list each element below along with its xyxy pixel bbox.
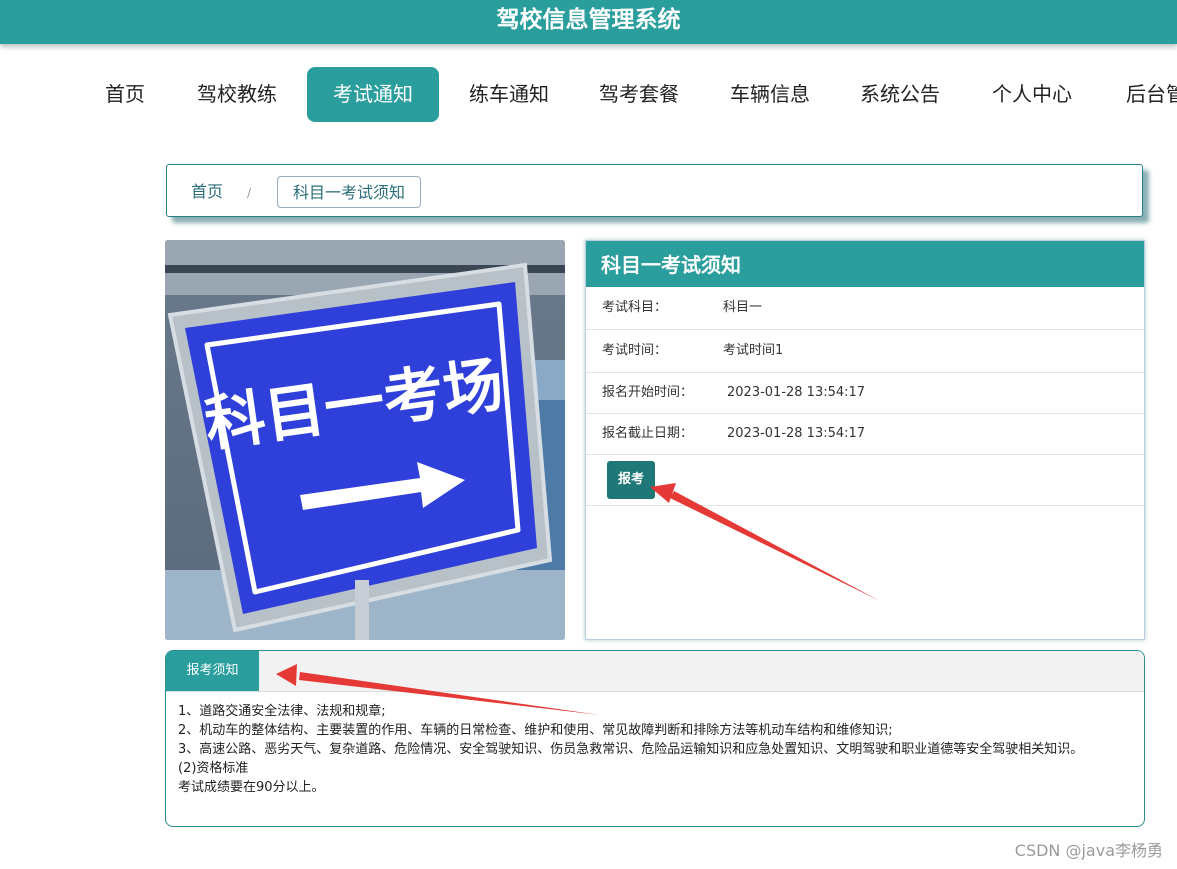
info-row-exam-time: 考试时间： 考试时间1: [586, 330, 1144, 373]
notice-line: 3、高速公路、恶劣天气、复杂道路、危险情况、安全驾驶知识、伤员急救常识、危险品运…: [178, 742, 1084, 757]
app-title: 驾校信息管理系统: [496, 7, 681, 33]
nav-item-coach[interactable]: 驾校教练: [183, 67, 291, 122]
nav-item-profile[interactable]: 个人中心: [978, 67, 1086, 122]
breadcrumb-current: 科目一考试须知: [277, 176, 422, 208]
info-label: 考试时间：: [602, 343, 668, 358]
notice-line: 1、道路交通安全法律、法规和规章;: [178, 704, 386, 719]
exam-requirements-panel: 报考须知 1、道路交通安全法律、法规和规章; 2、机动车的整体结构、主要装置的作…: [165, 650, 1145, 827]
info-value: 科目一: [723, 300, 763, 315]
top-nav: 首页 驾校教练 考试通知 练车通知 驾考套餐 车辆信息 系统公告 个人中心 后台…: [0, 67, 1177, 122]
nav-item-practice-notice[interactable]: 练车通知: [455, 67, 563, 122]
exam-info-panel: 科目一考试须知 考试科目： 科目一 考试时间： 考试时间1 报名开始时间： 20…: [585, 240, 1145, 640]
tab-exam-requirements[interactable]: 报考须知: [166, 651, 259, 691]
app-header: 驾校信息管理系统: [0, 0, 1177, 44]
notice-content: 1、道路交通安全法律、法规和规章; 2、机动车的整体结构、主要装置的作用、车辆的…: [166, 692, 1144, 807]
exam-info-title: 科目一考试须知: [586, 241, 1144, 287]
info-value: 2023-01-28 13:54:17: [727, 385, 866, 400]
signup-button-row: 报考: [586, 455, 1144, 506]
breadcrumb-separator: /: [247, 186, 252, 200]
nav-item-package[interactable]: 驾考套餐: [585, 67, 693, 122]
info-label: 报名开始时间：: [602, 385, 694, 400]
info-value: 考试时间1: [723, 343, 784, 358]
breadcrumb: 首页 / 科目一考试须知: [166, 164, 1143, 217]
info-row-signup-start: 报名开始时间： 2023-01-28 13:54:17: [586, 373, 1144, 414]
notice-line: (2)资格标准: [178, 761, 249, 776]
notice-line: 考试成绩要在90分以上。: [178, 780, 325, 795]
info-label: 考试科目：: [602, 300, 668, 315]
nav-item-vehicle[interactable]: 车辆信息: [716, 67, 824, 122]
info-row-subject: 考试科目： 科目一: [586, 287, 1144, 330]
exam-photo: 科目一考场: [165, 240, 565, 640]
nav-item-exam-notice[interactable]: 考试通知: [307, 67, 439, 122]
nav-item-admin[interactable]: 后台管: [1112, 67, 1177, 122]
nav-item-announcement[interactable]: 系统公告: [846, 67, 954, 122]
watermark: CSDN @java李杨勇: [1014, 841, 1163, 860]
nav-item-home[interactable]: 首页: [90, 67, 160, 122]
info-label: 报名截止日期：: [602, 426, 694, 441]
info-value: 2023-01-28 13:54:17: [727, 426, 866, 441]
signup-button[interactable]: 报考: [607, 461, 655, 499]
notice-tab-bar: 报考须知: [166, 651, 1144, 692]
breadcrumb-home[interactable]: 首页: [191, 165, 223, 219]
info-row-signup-deadline: 报名截止日期： 2023-01-28 13:54:17: [586, 414, 1144, 455]
exam-sign-image: 科目一考场: [165, 240, 565, 640]
notice-line: 2、机动车的整体结构、主要装置的作用、车辆的日常检查、维护和使用、常见故障判断和…: [178, 723, 893, 738]
